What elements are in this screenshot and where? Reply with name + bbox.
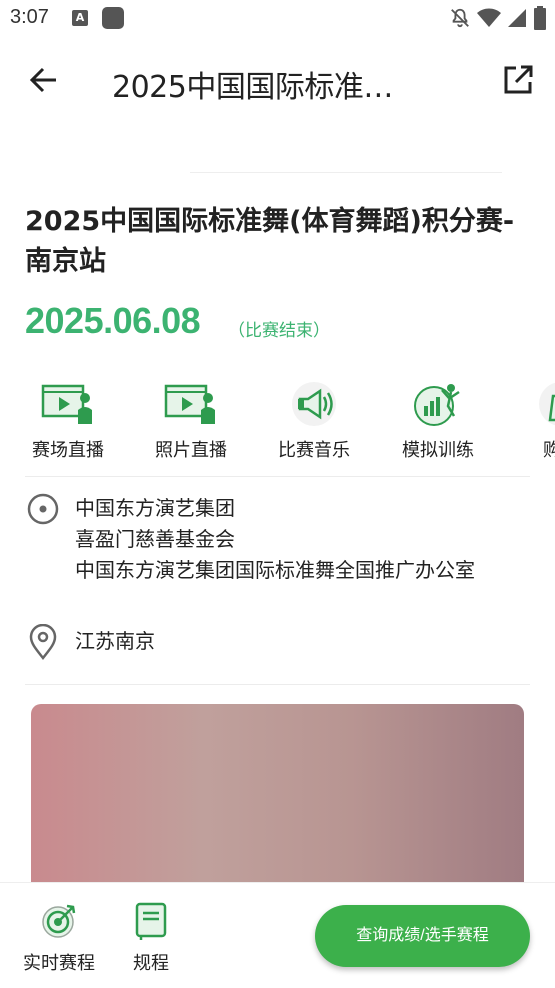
feature-purchase[interactable]: 购买 bbox=[506, 380, 555, 470]
app-header: 2025中国国际标准… bbox=[0, 40, 555, 120]
notification-a-icon: A bbox=[72, 10, 88, 26]
notifications-off-icon bbox=[451, 8, 469, 28]
status-icons bbox=[449, 6, 547, 30]
rules-button[interactable]: 规程 bbox=[128, 901, 174, 975]
divider bbox=[190, 172, 502, 173]
divider bbox=[25, 476, 530, 477]
feature-row: 赛场直播 照片直播 比赛音乐 模拟训练 购 bbox=[0, 380, 555, 470]
query-results-button[interactable]: 查询成绩/选手赛程 bbox=[315, 905, 530, 967]
wifi-icon bbox=[477, 8, 501, 27]
status-time: 3:07 bbox=[10, 6, 49, 28]
organizer-line: 中国东方演艺集团国际标准舞全国推广办公室 bbox=[75, 558, 475, 582]
event-date: 2025.06.08 bbox=[25, 300, 201, 341]
status-bar: 3:07 A bbox=[0, 0, 555, 38]
notification-app-icon bbox=[102, 7, 124, 29]
megaphone-icon bbox=[292, 382, 336, 426]
event-banner-image[interactable] bbox=[31, 704, 524, 904]
organizer-section: 中国东方演艺集团 喜盈门慈善基金会 中国东方演艺集团国际标准舞全国推广办公室 bbox=[25, 493, 535, 585]
back-button[interactable] bbox=[24, 60, 64, 100]
feature-label: 购买 bbox=[543, 440, 555, 461]
feature-label: 模拟训练 bbox=[402, 440, 474, 461]
signal-icon bbox=[508, 9, 526, 27]
battery-icon bbox=[534, 6, 546, 30]
organizer-list: 中国东方演艺集团 喜盈门慈善基金会 中国东方演艺集团国际标准舞全国推广办公室 bbox=[75, 493, 475, 586]
event-status: （比赛结束） bbox=[228, 321, 330, 341]
bottom-bar: 实时赛程 规程 查询成绩/选手赛程 bbox=[0, 882, 555, 988]
purchase-icon bbox=[539, 382, 555, 426]
organizer-line: 中国东方演艺集团 bbox=[75, 496, 235, 520]
rulebook-icon bbox=[135, 902, 167, 940]
feature-label: 赛场直播 bbox=[32, 440, 104, 461]
divider bbox=[25, 684, 530, 685]
feature-live-video[interactable]: 赛场直播 bbox=[13, 380, 123, 470]
schedule-label: 实时赛程 bbox=[23, 953, 95, 974]
training-icon bbox=[414, 384, 460, 426]
feature-photo-live[interactable]: 照片直播 bbox=[136, 380, 246, 470]
schedule-button[interactable]: 实时赛程 bbox=[20, 901, 98, 975]
photo-live-icon bbox=[164, 384, 215, 424]
organizer-line: 喜盈门慈善基金会 bbox=[75, 527, 235, 551]
target-icon bbox=[42, 904, 76, 938]
page-title: 2025中国国际标准… bbox=[112, 70, 393, 105]
feature-label: 比赛音乐 bbox=[278, 440, 350, 461]
live-video-icon bbox=[41, 384, 92, 424]
arrow-back-icon bbox=[29, 67, 56, 93]
location-row: 江苏南京 bbox=[25, 624, 535, 664]
open-external-icon bbox=[504, 65, 533, 94]
share-button[interactable] bbox=[498, 60, 538, 100]
rules-label: 规程 bbox=[133, 953, 169, 974]
organizer-icon bbox=[27, 493, 59, 525]
location-text: 江苏南京 bbox=[75, 629, 155, 653]
location-pin-icon bbox=[29, 624, 57, 660]
feature-training[interactable]: 模拟训练 bbox=[383, 380, 493, 470]
feature-music[interactable]: 比赛音乐 bbox=[259, 380, 369, 470]
feature-label: 照片直播 bbox=[155, 440, 227, 461]
event-title: 2025中国国际标准舞(体育舞蹈)积分赛-南京站 bbox=[25, 206, 515, 277]
